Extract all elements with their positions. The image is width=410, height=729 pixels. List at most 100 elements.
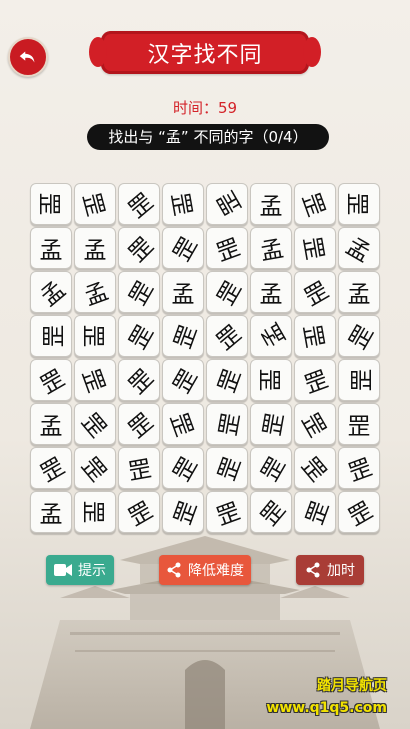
- page-title: 汉字找不同: [147, 42, 263, 68]
- tile-character: 罡: [296, 189, 329, 221]
- tile-character: 罡: [297, 234, 327, 263]
- character-tile[interactable]: 罡: [118, 491, 160, 533]
- character-tile[interactable]: 罡: [74, 491, 116, 533]
- character-tile[interactable]: 罡: [206, 403, 248, 445]
- character-tile[interactable]: 罡: [206, 227, 248, 269]
- tile-character: 罡: [213, 453, 246, 485]
- character-tile[interactable]: 罡: [250, 359, 292, 401]
- back-arrow-icon: [19, 51, 35, 63]
- character-tile[interactable]: 罡: [294, 183, 336, 225]
- character-tile[interactable]: 罡: [30, 359, 72, 401]
- character-tile[interactable]: 罡: [338, 315, 380, 357]
- character-tile[interactable]: 罡: [118, 447, 160, 489]
- character-tile[interactable]: 罡: [338, 359, 380, 401]
- tile-character: 孟: [83, 238, 107, 264]
- character-tile[interactable]: 罡: [338, 447, 380, 489]
- character-tile[interactable]: 罡: [118, 227, 160, 269]
- tile-character: 罡: [259, 410, 289, 439]
- character-tile[interactable]: 罡: [338, 183, 380, 225]
- character-tile[interactable]: 罡: [206, 359, 248, 401]
- tile-character: 罡: [75, 408, 111, 444]
- character-tile[interactable]: 罡: [162, 315, 204, 357]
- character-tile[interactable]: 罡: [162, 403, 204, 445]
- hint-button[interactable]: 提示: [46, 555, 114, 585]
- character-tile[interactable]: 罡: [118, 315, 160, 357]
- character-tile[interactable]: 罡: [294, 315, 336, 357]
- character-tile[interactable]: 罡: [294, 227, 336, 269]
- tile-character: 罡: [169, 321, 202, 353]
- character-tile[interactable]: 罡: [162, 447, 204, 489]
- character-tile[interactable]: 罡: [294, 359, 336, 401]
- character-tile[interactable]: 孟: [30, 271, 72, 313]
- tile-character: 罡: [215, 410, 245, 439]
- timer: 时间：59: [172, 99, 238, 117]
- character-tile[interactable]: 罡: [74, 315, 116, 357]
- character-tile[interactable]: 孟: [250, 227, 292, 269]
- character-tile[interactable]: 罡: [294, 403, 336, 445]
- tile-character: 罡: [168, 365, 203, 398]
- character-tile[interactable]: 孟: [30, 403, 72, 445]
- character-tile[interactable]: 罡: [74, 447, 116, 489]
- character-tile[interactable]: 罡: [338, 491, 380, 533]
- lower-difficulty-button[interactable]: 降低难度: [159, 555, 251, 585]
- tile-character: 孟: [39, 238, 63, 264]
- character-tile[interactable]: 罡: [250, 491, 292, 533]
- character-tile[interactable]: 罡: [162, 359, 204, 401]
- character-tile[interactable]: 罡: [206, 491, 248, 533]
- character-tile[interactable]: 孟: [338, 271, 380, 313]
- character-tile[interactable]: 罡: [162, 183, 204, 225]
- character-tile[interactable]: 罡: [206, 183, 248, 225]
- character-tile[interactable]: 罡: [30, 315, 72, 357]
- character-tile[interactable]: 罡: [162, 491, 204, 533]
- tile-character: 罡: [36, 365, 69, 400]
- watermark-line2: www.q1q5.com: [266, 700, 387, 716]
- character-tile[interactable]: 孟: [250, 271, 292, 313]
- character-tile[interactable]: 罡: [206, 271, 248, 313]
- character-tile[interactable]: 罡: [250, 447, 292, 489]
- character-tile[interactable]: 罡: [118, 183, 160, 225]
- character-tile[interactable]: 罡: [74, 183, 116, 225]
- character-tile[interactable]: 罡: [206, 315, 248, 357]
- character-tile[interactable]: 孟: [74, 227, 116, 269]
- tile-character: 罡: [165, 190, 195, 219]
- tile-character: 孟: [341, 233, 374, 268]
- character-tile[interactable]: 罡: [74, 403, 116, 445]
- character-tile[interactable]: 孟: [74, 271, 116, 313]
- character-tile[interactable]: 孟: [30, 227, 72, 269]
- tile-character: 罡: [76, 190, 108, 220]
- character-tile[interactable]: 罡: [250, 403, 292, 445]
- character-tile[interactable]: 孟: [30, 491, 72, 533]
- title-banner: 汉字找不同: [89, 31, 321, 74]
- character-tile[interactable]: 罡: [30, 447, 72, 489]
- character-tile[interactable]: 罡: [74, 359, 116, 401]
- character-tile[interactable]: 罡: [162, 227, 204, 269]
- character-tile[interactable]: 罡: [118, 271, 160, 313]
- back-button[interactable]: [8, 37, 48, 77]
- character-tile[interactable]: 罡: [30, 183, 72, 225]
- character-tile[interactable]: 罡: [118, 359, 160, 401]
- tile-character: 罡: [76, 365, 109, 397]
- character-tile[interactable]: 罡: [118, 403, 160, 445]
- character-tile[interactable]: 孟: [250, 315, 292, 357]
- character-tile[interactable]: 罡: [294, 447, 336, 489]
- tile-character: 罡: [124, 321, 159, 354]
- add-time-button[interactable]: 加时: [296, 555, 364, 585]
- character-grid: 罡罡罡罡罡孟罡罡孟孟罡罡罡孟罡孟孟孟罡孟罡孟罡孟罡罡罡罡罡孟罡罡罡罡罡罡罡罡罡罡…: [30, 183, 380, 533]
- character-tile[interactable]: 罡: [338, 403, 380, 445]
- character-tile[interactable]: 罡: [294, 271, 336, 313]
- tile-character: 罡: [168, 453, 203, 486]
- character-tile[interactable]: 孟: [250, 183, 292, 225]
- tile-character: 罡: [123, 188, 159, 224]
- tile-character: 罡: [347, 414, 371, 440]
- character-tile[interactable]: 孟: [338, 227, 380, 269]
- lower-difficulty-label: 降低难度: [188, 563, 244, 579]
- tile-character: 罡: [211, 320, 247, 356]
- character-tile[interactable]: 罡: [206, 447, 248, 489]
- watermark-line1: 踏月导航页: [317, 678, 387, 694]
- tile-character: 罡: [35, 192, 61, 216]
- tile-character: 罡: [212, 498, 244, 531]
- tile-character: 罡: [79, 324, 105, 348]
- character-tile[interactable]: 罡: [294, 491, 336, 533]
- character-tile[interactable]: 孟: [162, 271, 204, 313]
- tile-character: 孟: [347, 282, 371, 308]
